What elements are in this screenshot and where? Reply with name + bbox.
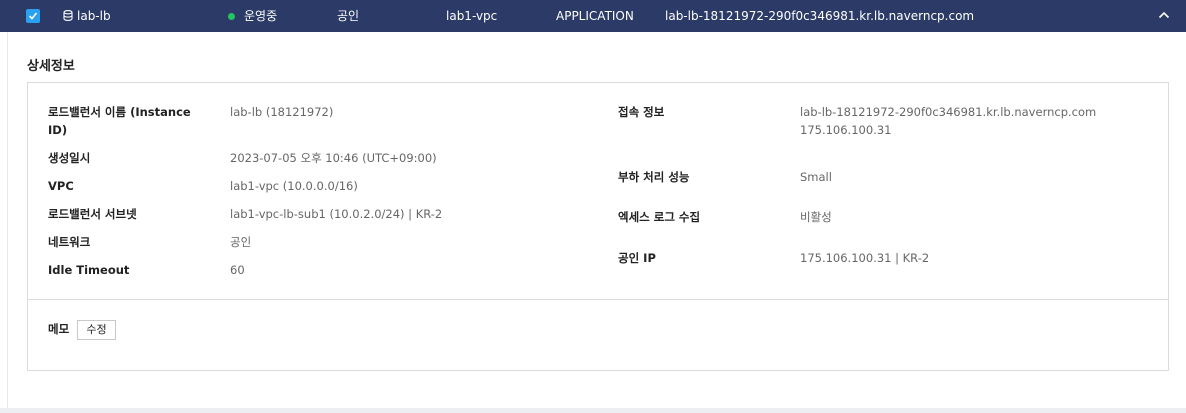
section-title: 상세정보 [27,59,75,74]
lb-network-type: 공인 [337,9,360,23]
label-idle-timeout: Idle Timeout [48,263,130,277]
value-lb-subnet: lab1-vpc-lb-sub1 (10.0.2.0/24) | KR-2 [230,207,443,221]
value-public-ip: 175.106.100.31 | KR-2 [800,251,930,265]
row-checkbox[interactable] [26,9,40,23]
label-vpc: VPC [48,179,74,193]
label-access-log: 엑세스 로그 수집 [618,210,701,224]
detail-card [27,82,1169,371]
value-lb-name: lab-lb (18121972) [230,105,334,119]
panel-bottom-strip [0,408,1186,413]
value-network: 공인 [230,235,252,249]
value-idle-timeout: 60 [230,263,245,277]
status-dot-icon [228,13,235,20]
memo-edit-button[interactable]: 수정 [77,320,116,340]
database-icon [63,10,73,21]
lb-domain: lab-lb-18121972-290f0c346981.kr.lb.naver… [665,9,975,23]
chevron-up-icon[interactable] [1158,11,1170,19]
check-icon [28,12,38,20]
label-lb-subnet: 로드밸런서 서브넷 [48,207,137,221]
card-divider [28,299,1168,300]
label-load-capacity: 부하 처리 성능 [618,170,690,184]
lb-row-header[interactable]: lab-lb 운영중 공인 lab1-vpc APPLICATION lab-l… [0,0,1186,32]
lb-status: 운영중 [244,9,278,23]
label-created-at: 생성일시 [48,151,91,165]
value-access-log: 비활성 [800,210,832,224]
lb-type: APPLICATION [556,9,634,23]
label-network: 네트워크 [48,235,91,249]
value-load-capacity: Small [800,170,832,184]
label-public-ip: 공인 IP [618,251,656,265]
lb-name[interactable]: lab-lb [77,9,111,23]
label-access-info: 접속 정보 [618,105,665,119]
value-access-ip: 175.106.100.31 [800,123,892,137]
value-vpc: lab1-vpc (10.0.0.0/16) [230,179,358,193]
value-created-at: 2023-07-05 오후 10:46 (UTC+09:00) [230,151,437,165]
label-lb-name: 로드밸런서 이름 (Instance ID) [48,105,191,137]
label-memo: 메모 [48,322,70,336]
value-access-domain: lab-lb-18121972-290f0c346981.kr.lb.naver… [800,105,1097,119]
lb-vpc: lab1-vpc [446,9,498,23]
